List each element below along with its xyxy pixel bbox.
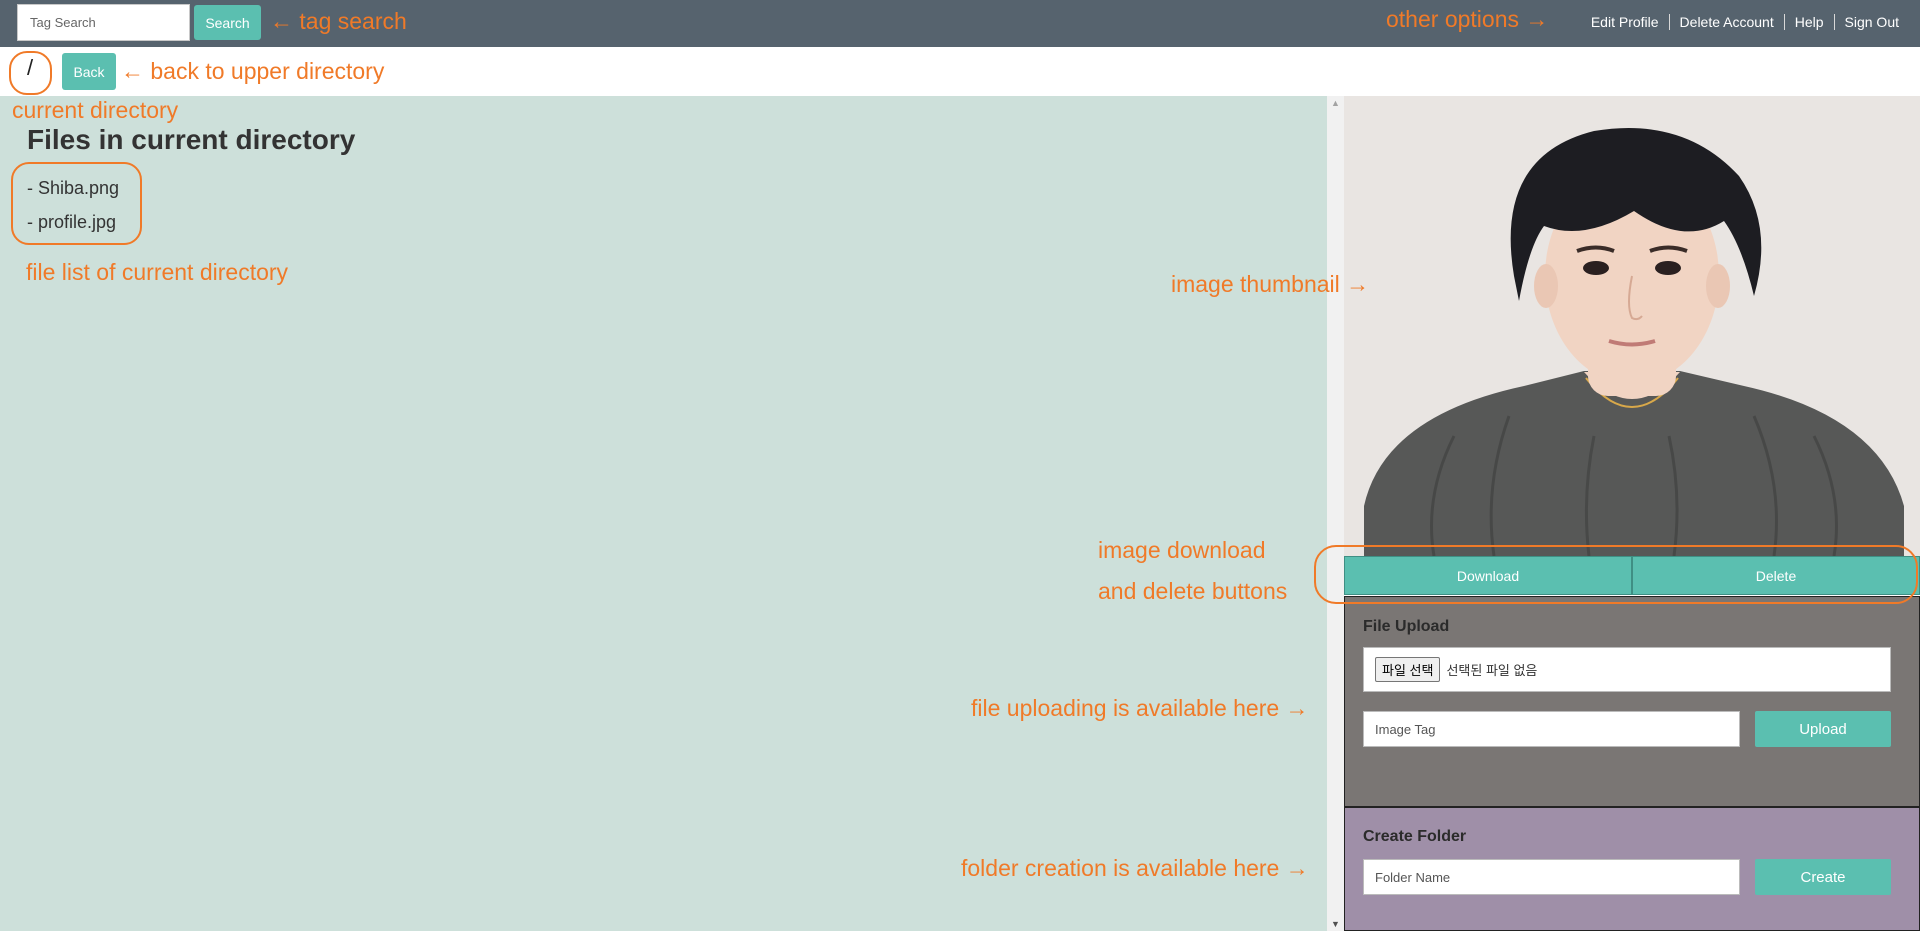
sign-out-link[interactable]: Sign Out: [1833, 14, 1909, 30]
portrait-image: [1344, 96, 1920, 556]
annotation-other-options: other options →: [1386, 6, 1549, 32]
delete-button[interactable]: Delete: [1632, 556, 1920, 595]
scroll-down-arrow-icon[interactable]: ▼: [1331, 919, 1340, 929]
annotation-file-list: file list of current directory: [26, 259, 289, 285]
no-file-text: 선택된 파일 없음: [1446, 663, 1538, 678]
download-button[interactable]: Download: [1344, 556, 1632, 595]
tag-search-input[interactable]: [17, 4, 190, 41]
file-item-shiba[interactable]: - Shiba.png: [27, 171, 119, 205]
file-browser: Files in current directory - Shiba.png -…: [0, 96, 1327, 931]
create-folder-title: Create Folder: [1363, 828, 1467, 845]
search-button[interactable]: Search: [194, 5, 261, 40]
current-directory-path: /: [27, 55, 34, 80]
annotation-folder-creation: folder creation is available here →: [961, 855, 1309, 881]
annotation-image-thumbnail: image thumbnail →: [1171, 271, 1370, 297]
annotation-file-uploading: file uploading is available here →: [971, 695, 1309, 721]
account-nav: Edit Profile Delete Account Help Sign Ou…: [1581, 14, 1909, 30]
annotation-current-directory: current directory: [12, 97, 179, 123]
scroll-up-arrow-icon[interactable]: ▲: [1331, 98, 1340, 108]
file-item-profile[interactable]: - profile.jpg: [27, 205, 119, 239]
delete-account-link[interactable]: Delete Account: [1668, 14, 1784, 30]
edit-profile-link[interactable]: Edit Profile: [1581, 14, 1669, 30]
file-upload-panel: File Upload 파일 선택 선택된 파일 없음 Upload: [1344, 596, 1920, 807]
image-tag-input[interactable]: [1363, 711, 1740, 747]
file-upload-title: File Upload: [1363, 618, 1450, 635]
image-actions: Download Delete: [1344, 556, 1920, 595]
choose-file-button[interactable]: 파일 선택: [1375, 657, 1441, 682]
help-link[interactable]: Help: [1783, 14, 1834, 30]
annotation-download-delete-line1: image download: [1098, 537, 1266, 563]
annotation-tag-search: ← tag search: [270, 8, 407, 34]
annotation-download-delete-line2: and delete buttons: [1098, 578, 1288, 604]
folder-name-input[interactable]: [1363, 859, 1740, 895]
image-thumbnail: [1344, 96, 1920, 556]
file-picker[interactable]: 파일 선택 선택된 파일 없음: [1363, 647, 1891, 692]
back-button[interactable]: Back: [62, 53, 116, 90]
annotation-back: ← back to upper directory: [121, 58, 385, 84]
upload-button[interactable]: Upload: [1755, 711, 1891, 747]
create-folder-panel: Create Folder Create: [1344, 807, 1920, 931]
scrollbar[interactable]: ▲ ▼: [1327, 96, 1344, 931]
page-title: Files in current directory: [27, 124, 356, 155]
file-list: - Shiba.png - profile.jpg: [27, 171, 119, 239]
create-folder-button[interactable]: Create: [1755, 859, 1891, 895]
